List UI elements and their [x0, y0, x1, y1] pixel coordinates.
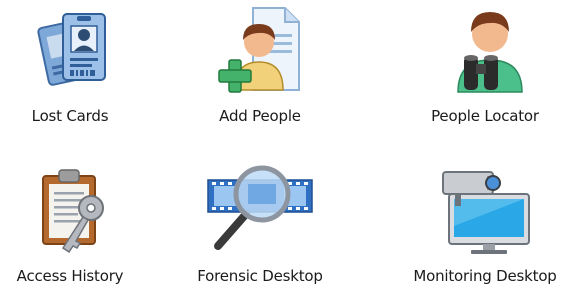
tile-label: Add People [219, 107, 301, 125]
add-person-document-icon [218, 7, 300, 93]
people-locator-tile[interactable]: People Locator [400, 0, 570, 146]
person-binoculars-icon [457, 12, 523, 93]
clipboard-key-icon [42, 169, 104, 254]
monitoring-desktop-tile[interactable]: Monitoring Desktop [400, 146, 570, 292]
access-history-tile[interactable]: Access History [0, 146, 155, 292]
tile-label: Access History [16, 267, 124, 285]
tile-label: Forensic Desktop [197, 267, 323, 285]
tile-label: Monitoring Desktop [413, 267, 557, 285]
tile-label: Lost Cards [31, 107, 109, 125]
forensic-desktop-tile[interactable]: Forensic Desktop [175, 146, 345, 292]
id-cards-icon [37, 13, 106, 86]
add-people-tile[interactable]: Add People [175, 0, 345, 146]
camera-monitor-icon [442, 171, 530, 254]
lost-cards-tile[interactable]: Lost Cards [0, 0, 155, 146]
tile-label: People Locator [431, 107, 539, 125]
filmstrip-magnifier-icon [207, 165, 313, 250]
